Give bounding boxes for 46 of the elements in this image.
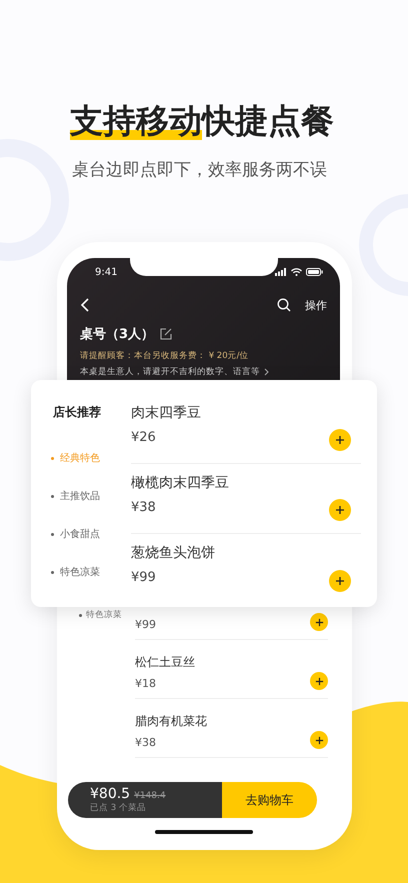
chevron-right-icon <box>264 368 269 376</box>
search-button[interactable] <box>277 298 291 312</box>
add-button[interactable] <box>329 499 351 521</box>
category-tab[interactable]: 主推饮品 <box>51 477 131 515</box>
original-price: ¥148.4 <box>134 791 166 801</box>
plus-icon <box>314 618 324 626</box>
dish-price: ¥99 <box>131 570 157 585</box>
category-tab[interactable]: 特色凉菜 <box>51 553 131 591</box>
dish-price: ¥38 <box>131 500 157 515</box>
wifi-icon <box>291 268 302 276</box>
back-button[interactable] <box>80 298 90 312</box>
category-label[interactable]: 特色凉菜 <box>79 609 122 621</box>
dish-price: ¥18 <box>135 677 157 690</box>
plus-icon <box>314 736 324 744</box>
headline: 支持移动快捷点餐 <box>70 100 335 142</box>
plus-icon <box>335 576 345 586</box>
dish-price: ¥99 <box>135 618 156 631</box>
action-button[interactable]: 操作 <box>305 298 327 312</box>
add-button[interactable] <box>329 429 351 451</box>
dish-name: 肉末四季豆 <box>131 404 201 422</box>
add-button[interactable] <box>329 570 351 592</box>
plus-icon <box>314 676 324 686</box>
dish-name: 橄榄肉末四季豆 <box>131 474 229 492</box>
category-tab[interactable]: 小食甜点 <box>51 515 131 553</box>
add-button[interactable] <box>310 613 328 631</box>
section-title: 店长推荐 <box>53 404 102 421</box>
edit-button[interactable] <box>160 328 172 340</box>
item-count: 已点 3 个菜品 <box>90 802 147 814</box>
service-fee-notice: 请提醒顾客：本台另收服务费： ¥ 20元/位 <box>80 350 250 362</box>
plus-icon <box>335 505 345 515</box>
go-to-cart-button[interactable]: 去购物车 <box>222 782 317 818</box>
dish-name: 腊肉有机菜花 <box>135 713 207 730</box>
battery-icon <box>306 268 323 276</box>
signal-icon <box>275 268 287 276</box>
status-time: 9:41 <box>95 266 118 278</box>
table-title: 桌号（3人） <box>80 326 154 343</box>
subtitle: 桌台边即点即下，效率服务两不误 <box>72 159 328 182</box>
add-button[interactable] <box>310 731 328 749</box>
dish-name: 葱烧鱼头泡饼 <box>131 544 215 562</box>
table-remark: 本桌是生意人，请避开不吉利的数字、语言等 <box>80 366 260 378</box>
cart-total: ¥80.5 <box>90 786 130 802</box>
dish-price: ¥38 <box>135 736 157 749</box>
add-button[interactable] <box>310 672 328 690</box>
dish-name: 松仁土豆丝 <box>135 654 195 671</box>
dish-price: ¥26 <box>131 430 157 445</box>
plus-icon <box>335 435 345 445</box>
